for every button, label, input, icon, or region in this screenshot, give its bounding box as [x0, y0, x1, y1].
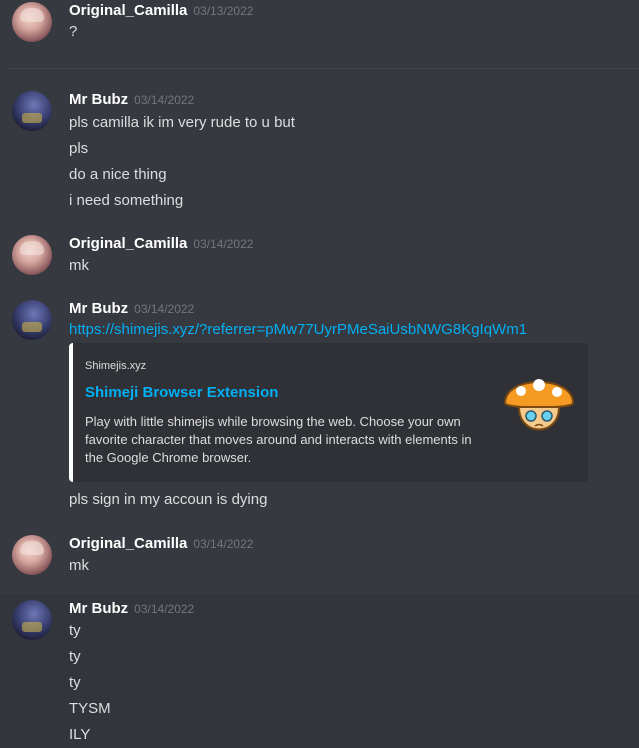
message-text: pls sign in my accoun is dying: [69, 491, 268, 508]
message-header: Original_Camilla 03/14/2022: [69, 235, 253, 253]
embed-description: Play with little shimejis while browsing…: [85, 414, 472, 465]
message-header: Mr Bubz 03/14/2022: [69, 91, 194, 109]
username[interactable]: Original_Camilla: [69, 535, 187, 552]
message-text: ty: [69, 674, 81, 691]
message-text: i need something: [69, 192, 184, 209]
message-header: Mr Bubz 03/14/2022: [69, 300, 194, 318]
embed-title[interactable]: Shimeji Browser Extension: [85, 384, 278, 401]
message-text: pls camilla ik im very rude to u but: [69, 114, 295, 131]
timestamp: 03/14/2022: [134, 93, 195, 107]
link-embed: Shimejis.xyz Shimeji Browser Extension P…: [69, 343, 588, 482]
avatar[interactable]: [12, 535, 52, 575]
message-text: pls: [69, 140, 89, 157]
message-header: Original_Camilla 03/13/2022: [69, 2, 253, 20]
timestamp: 03/14/2022: [193, 537, 254, 551]
divider: [10, 68, 639, 69]
username[interactable]: Mr Bubz: [69, 300, 128, 317]
embed-provider[interactable]: Shimejis.xyz: [85, 360, 146, 372]
message-header: Mr Bubz 03/14/2022: [69, 600, 194, 618]
username[interactable]: Original_Camilla: [69, 235, 187, 252]
username[interactable]: Mr Bubz: [69, 600, 128, 617]
message-text: ILY: [69, 726, 91, 743]
mushroom-character-icon[interactable]: [499, 363, 579, 443]
timestamp: 03/14/2022: [193, 237, 254, 251]
timestamp: 03/14/2022: [134, 602, 195, 616]
message-header: Original_Camilla 03/14/2022: [69, 535, 253, 553]
avatar[interactable]: [12, 2, 52, 42]
message-link[interactable]: https://shimejis.xyz/?referrer=pMw77UyrP…: [69, 321, 527, 338]
message-text: do a nice thing: [69, 166, 167, 183]
avatar[interactable]: [12, 91, 52, 131]
avatar[interactable]: [12, 300, 52, 340]
avatar[interactable]: [12, 235, 52, 275]
username[interactable]: Original_Camilla: [69, 2, 187, 19]
timestamp: 03/13/2022: [193, 4, 254, 18]
message-text: ty: [69, 622, 81, 639]
timestamp: 03/14/2022: [134, 302, 195, 316]
message-text: ?: [69, 23, 78, 40]
message-text: mk: [69, 557, 89, 574]
username[interactable]: Mr Bubz: [69, 91, 128, 108]
message-text: mk: [69, 257, 89, 274]
message-text: ty: [69, 648, 81, 665]
avatar[interactable]: [12, 600, 52, 640]
message-text: TYSM: [69, 700, 111, 717]
